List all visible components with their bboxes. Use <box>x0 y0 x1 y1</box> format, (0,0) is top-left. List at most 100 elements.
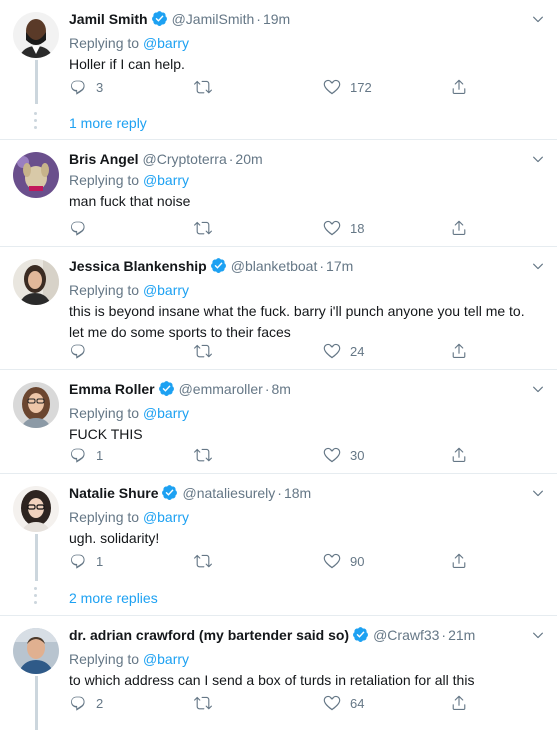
chevron-down-icon[interactable] <box>531 382 545 401</box>
chevron-down-icon[interactable] <box>531 628 545 647</box>
reply-button[interactable]: 1 <box>69 550 103 572</box>
display-name[interactable]: Emma Roller <box>69 381 155 397</box>
display-name[interactable]: Bris Angel <box>69 151 139 167</box>
share-button[interactable] <box>450 76 468 98</box>
user-handle[interactable]: @nataliesurely <box>182 485 275 501</box>
share-button[interactable] <box>450 692 468 714</box>
tweet-actions: 1 30 <box>69 444 489 466</box>
chevron-down-icon[interactable] <box>531 259 545 278</box>
timestamp[interactable]: 21m <box>448 627 475 643</box>
like-button[interactable]: 18 <box>323 217 364 239</box>
tweet-header: Emma Roller @emmaroller · 8m <box>69 380 545 402</box>
share-button[interactable] <box>450 340 468 362</box>
separator-dot: · <box>277 485 282 501</box>
show-more-replies[interactable]: 2 more replies <box>0 581 557 616</box>
reply-button[interactable]: 2 <box>69 692 103 714</box>
like-count: 90 <box>350 553 365 569</box>
reply-count: 3 <box>96 79 104 95</box>
tweet[interactable]: Natalie Shure @nataliesurely · 18m Replying … <box>0 474 557 581</box>
thread-dots-icon <box>33 112 39 133</box>
more-replies-link[interactable]: 1 more reply <box>69 114 147 133</box>
tweet[interactable]: Bris Angel @Cryptoterra · 20m Replying to @b… <box>0 140 557 247</box>
avatar[interactable] <box>13 259 59 305</box>
display-name[interactable]: Jessica Blankenship <box>69 258 207 274</box>
reply-button[interactable]: 3 <box>69 76 103 98</box>
verified-badge-icon <box>210 257 227 279</box>
mention-link[interactable]: @barry <box>143 405 189 421</box>
heart-icon <box>323 219 341 237</box>
share-button[interactable] <box>450 444 468 466</box>
chevron-down-icon[interactable] <box>531 12 545 31</box>
tweet-content: Emma Roller @emmaroller · 8m Replying to @ba… <box>69 380 545 444</box>
like-button[interactable]: 30 <box>323 444 364 466</box>
display-name[interactable]: dr. adrian crawford (my bartender said s… <box>69 627 349 643</box>
tweet-actions: 2 64 <box>69 692 489 714</box>
tweet-text: Holler if I can help. <box>69 56 185 72</box>
reply-button[interactable] <box>69 340 96 362</box>
avatar[interactable] <box>13 628 59 674</box>
mention-link[interactable]: @barry <box>143 35 189 51</box>
tweet[interactable]: Emma Roller @emmaroller · 8m Replying to @ba… <box>0 370 557 474</box>
like-button[interactable]: 90 <box>323 550 364 572</box>
tweet-header: Natalie Shure @nataliesurely · 18m <box>69 484 545 506</box>
mention-link[interactable]: @barry <box>143 509 189 525</box>
chevron-down-icon[interactable] <box>531 486 545 505</box>
like-button[interactable]: 24 <box>323 340 364 362</box>
replying-to-label: Replying to <box>69 282 140 298</box>
like-button[interactable]: 64 <box>323 692 364 714</box>
tweet-content: Jamil Smith @JamilSmith · 19m Replying to @b… <box>69 10 545 74</box>
share-icon <box>450 446 468 464</box>
timestamp[interactable]: 18m <box>284 485 311 501</box>
display-name[interactable]: Jamil Smith <box>69 11 148 27</box>
retweet-button[interactable] <box>193 76 222 98</box>
user-handle[interactable]: @Crawf33 <box>373 627 439 643</box>
chevron-down-icon[interactable] <box>531 152 545 171</box>
share-icon <box>450 219 468 237</box>
share-button[interactable] <box>450 550 468 572</box>
reply-button[interactable]: 1 <box>69 444 103 466</box>
tweet-actions: 1 90 <box>69 550 489 572</box>
avatar[interactable] <box>13 12 59 58</box>
separator-dot: · <box>228 151 234 167</box>
retweet-button[interactable] <box>193 340 222 362</box>
heart-icon <box>323 446 341 464</box>
more-replies-link[interactable]: 2 more replies <box>69 589 158 608</box>
tweet[interactable]: Jamil Smith @JamilSmith · 19m Replying to @b… <box>0 0 557 104</box>
retweet-icon <box>193 446 213 464</box>
user-handle[interactable]: @Cryptoterra <box>143 151 227 167</box>
retweet-button[interactable] <box>193 217 222 239</box>
separator-dot: · <box>264 381 270 397</box>
reply-icon <box>69 219 87 237</box>
user-handle[interactable]: @blanketboat <box>231 258 318 274</box>
like-count: 64 <box>350 695 365 711</box>
replying-to: Replying to @barry <box>69 34 545 53</box>
tweet[interactable]: dr. adrian crawford (my bartender said s… <box>0 616 557 730</box>
retweet-button[interactable] <box>193 444 222 466</box>
avatar[interactable] <box>13 486 59 532</box>
mention-link[interactable]: @barry <box>143 282 189 298</box>
heart-icon <box>323 78 341 96</box>
mention-link[interactable]: @barry <box>143 172 189 188</box>
heart-icon <box>323 694 341 712</box>
retweet-button[interactable] <box>193 692 222 714</box>
timestamp[interactable]: 20m <box>235 151 262 167</box>
timestamp[interactable]: 19m <box>263 11 290 27</box>
thread-line <box>35 676 38 730</box>
tweet-content: Jessica Blankenship @blanketboat · 17m Reply… <box>69 257 545 342</box>
avatar[interactable] <box>13 152 59 198</box>
avatar[interactable] <box>13 382 59 428</box>
timestamp[interactable]: 8m <box>272 381 291 397</box>
like-button[interactable]: 172 <box>323 76 372 98</box>
show-more-replies[interactable]: 1 more reply <box>0 104 557 140</box>
retweet-button[interactable] <box>193 550 222 572</box>
user-handle[interactable]: @emmaroller <box>179 381 263 397</box>
replying-to-label: Replying to <box>69 172 140 188</box>
user-handle[interactable]: @JamilSmith <box>172 11 255 27</box>
display-name[interactable]: Natalie Shure <box>69 485 158 501</box>
reply-button[interactable] <box>69 217 96 239</box>
mention-link[interactable]: @barry <box>143 651 189 667</box>
timestamp[interactable]: 17m <box>326 258 353 274</box>
tweet[interactable]: Jessica Blankenship @blanketboat · 17m Reply… <box>0 247 557 370</box>
share-button[interactable] <box>450 217 468 239</box>
thread-line <box>35 534 38 581</box>
